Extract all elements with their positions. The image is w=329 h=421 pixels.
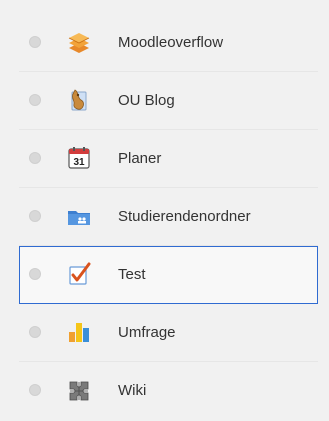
radio-button[interactable] [29,152,41,164]
activity-label: OU Blog [118,92,175,109]
activity-item-wiki[interactable]: Wiki [19,362,318,420]
activity-chooser-panel: Moodleoverflow OU Blog 31 Planer Studier… [0,0,329,421]
radio-button[interactable] [29,384,41,396]
activity-label: Studierendenordner [118,208,251,225]
radio-button[interactable] [29,36,41,48]
activity-list: Moodleoverflow OU Blog 31 Planer Studier… [19,14,318,420]
activity-item-planer[interactable]: 31 Planer [19,130,318,188]
survey-bar-chart-icon [65,318,93,346]
radio-button[interactable] [29,210,41,222]
radio-button[interactable] [29,326,41,338]
activity-item-moodleoverflow[interactable]: Moodleoverflow [19,14,318,72]
activity-label: Moodleoverflow [118,34,224,51]
activity-item-test[interactable]: Test [19,246,318,304]
activity-label: Wiki [118,382,147,399]
radio-button[interactable] [29,94,41,106]
activity-item-umfrage[interactable]: Umfrage [19,304,318,362]
moodleoverflow-stack-icon [65,28,93,56]
activity-item-studierendenordner[interactable]: Studierendenordner [19,188,318,246]
calendar-day-text: 31 [73,157,85,168]
radio-button[interactable] [29,268,41,280]
student-folder-icon [65,202,93,230]
activity-item-ou-blog[interactable]: OU Blog [19,72,318,130]
activity-label: Umfrage [118,324,176,341]
activity-label: Planer [118,150,162,167]
activity-label: Test [118,266,146,283]
calendar-31-icon: 31 [65,144,93,172]
ou-blog-icon [65,86,93,114]
quiz-checkmark-icon [65,260,93,288]
wiki-puzzle-icon [65,376,93,404]
